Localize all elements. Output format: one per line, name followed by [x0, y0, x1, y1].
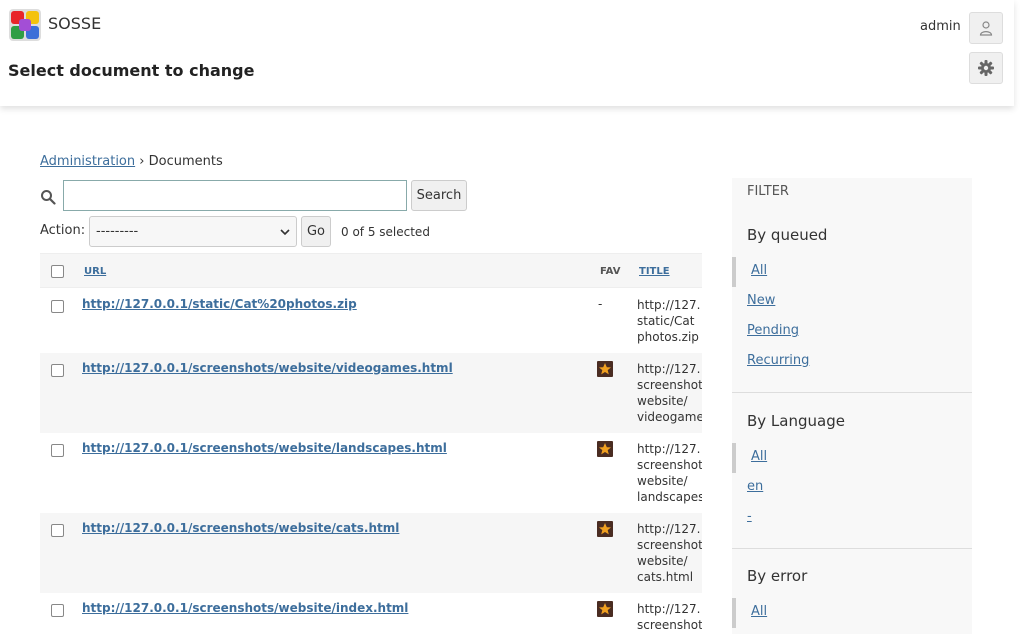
filter-divider: [732, 392, 972, 393]
action-label: Action:: [40, 223, 86, 238]
results-table: URL FAV TITLE http://127.0.0.1/static/Ca…: [40, 253, 702, 634]
filter-item[interactable]: Pending: [732, 317, 972, 347]
table-row: http://127.0.0.1/screenshots/website/lan…: [40, 433, 702, 513]
document-title: http://127. screenshot website/ landscap…: [637, 442, 702, 504]
filter-item[interactable]: All: [732, 598, 972, 628]
document-url-link[interactable]: http://127.0.0.1/screenshots/website/cat…: [82, 521, 399, 535]
filter-item[interactable]: New: [732, 287, 972, 317]
favicon-icon: [597, 361, 613, 377]
filter-divider: [732, 548, 972, 549]
selection-counter: 0 of 5 selected: [341, 225, 430, 239]
row-checkbox[interactable]: [51, 524, 64, 537]
favicon-icon: [597, 441, 613, 457]
table-header: URL FAV TITLE: [40, 253, 702, 288]
filter-heading: Filter: [747, 184, 789, 199]
column-header-title[interactable]: TITLE: [639, 266, 670, 277]
breadcrumb-current: Documents: [148, 154, 223, 169]
favicon-empty: -: [598, 297, 603, 311]
document-title: http://127. screenshot: [637, 602, 702, 632]
filter-item[interactable]: -: [732, 503, 972, 533]
document-url-link[interactable]: http://127.0.0.1/static/Cat%20photos.zip: [82, 297, 357, 311]
filter-group-title: By error: [747, 567, 808, 585]
filter-link[interactable]: -: [747, 509, 752, 524]
user-name: admin: [920, 19, 961, 34]
filter-link[interactable]: en: [747, 479, 763, 494]
table-row: http://127.0.0.1/static/Cat%20photos.zip…: [40, 289, 702, 353]
filter-link[interactable]: All: [751, 263, 767, 278]
filter-sidebar: Filter By queued All New Pending Recurri…: [732, 178, 972, 634]
search-button[interactable]: Search: [411, 180, 467, 211]
row-checkbox[interactable]: [51, 444, 64, 457]
gear-icon: [978, 60, 994, 76]
table-row: http://127.0.0.1/screenshots/website/ind…: [40, 593, 702, 634]
filter-link[interactable]: Recurring: [747, 353, 809, 368]
document-title: http://127. static/Cat photos.zip: [637, 298, 701, 344]
action-select[interactable]: ---------: [89, 216, 297, 247]
filter-link[interactable]: All: [751, 449, 767, 464]
breadcrumb: Administration › Documents: [40, 154, 223, 169]
row-checkbox[interactable]: [51, 604, 64, 617]
favicon-icon: [597, 521, 613, 537]
filter-item[interactable]: All: [732, 257, 972, 287]
document-title: http://127. screenshot website/ videogam…: [637, 362, 702, 424]
header: SOSSE Select document to change admin: [0, 0, 1014, 106]
breadcrumb-separator: ›: [139, 154, 145, 169]
user-icon: [979, 21, 993, 36]
document-title: http://127. screenshot website/ cats.htm…: [637, 522, 702, 584]
filter-item[interactable]: All: [732, 443, 972, 473]
filter-item[interactable]: en: [732, 473, 972, 503]
document-url-link[interactable]: http://127.0.0.1/screenshots/website/vid…: [82, 361, 453, 375]
go-button[interactable]: Go: [301, 216, 331, 247]
filter-link[interactable]: Pending: [747, 323, 799, 338]
row-checkbox[interactable]: [51, 300, 64, 313]
table-row: http://127.0.0.1/screenshots/website/vid…: [40, 353, 702, 433]
sosse-logo-icon[interactable]: [9, 9, 41, 41]
brand-name[interactable]: SOSSE: [48, 14, 101, 33]
favicon-icon: [597, 601, 613, 617]
document-url-link[interactable]: http://127.0.0.1/screenshots/website/ind…: [82, 601, 408, 615]
filter-link[interactable]: New: [747, 293, 775, 308]
column-header-fav: FAV: [600, 266, 621, 277]
document-url-link[interactable]: http://127.0.0.1/screenshots/website/lan…: [82, 441, 447, 455]
select-all-checkbox[interactable]: [51, 265, 64, 278]
table-row: http://127.0.0.1/screenshots/website/cat…: [40, 513, 702, 593]
filter-item[interactable]: Recurring: [732, 347, 972, 377]
profile-button[interactable]: [969, 12, 1003, 44]
breadcrumb-administration-link[interactable]: Administration: [40, 154, 135, 169]
settings-button[interactable]: [969, 52, 1003, 84]
filter-group-title: By queued: [747, 226, 828, 244]
column-header-url[interactable]: URL: [84, 266, 106, 277]
chevron-down-icon: [280, 228, 290, 235]
filter-group-title: By Language: [747, 412, 845, 430]
page-title: Select document to change: [8, 61, 255, 80]
action-select-value: ---------: [96, 224, 139, 239]
filter-link[interactable]: All: [751, 604, 767, 619]
row-checkbox[interactable]: [51, 364, 64, 377]
search-icon: [41, 190, 56, 205]
search-input[interactable]: [63, 180, 407, 211]
